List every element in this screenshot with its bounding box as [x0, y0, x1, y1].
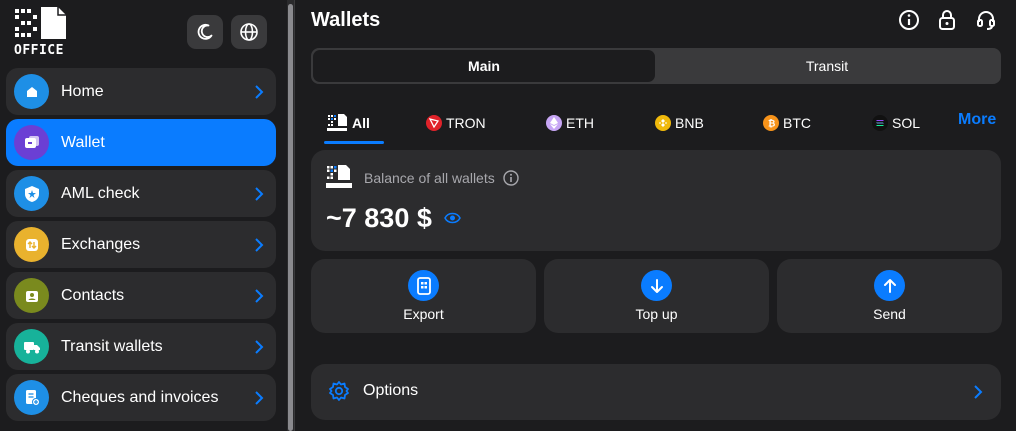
office-logo-icon: [326, 165, 352, 188]
svg-text:₿: ₿: [768, 119, 775, 129]
sidebar-item-label: AML check: [61, 184, 140, 202]
sidebar-item-label: Transit wallets: [61, 337, 163, 355]
tab-eth[interactable]: ETH: [546, 113, 594, 133]
balance-label: Balance of all wallets: [364, 170, 495, 186]
chevron-right-icon: [255, 340, 264, 354]
segment-main[interactable]: Main: [313, 50, 655, 82]
sidebar-item-label: Exchanges: [61, 235, 141, 253]
tab-tron-label: TRON: [446, 115, 486, 131]
tab-sol-label: SOL: [892, 115, 921, 131]
home-icon: [14, 74, 49, 109]
chevron-right-icon: [255, 187, 264, 201]
info-icon[interactable]: [503, 170, 519, 186]
options-row[interactable]: Options: [311, 364, 1001, 420]
invoice-icon: [14, 380, 49, 415]
contacts-icon: [14, 278, 49, 313]
tab-bnb[interactable]: BNB: [655, 113, 704, 133]
export-button[interactable]: Export: [311, 259, 536, 333]
tab-btc[interactable]: ₿ BTC: [763, 113, 811, 133]
language-button[interactable]: [231, 15, 267, 49]
office-logo-icon: [327, 114, 347, 131]
balance-card: Balance of all wallets ~7 830 $: [311, 150, 1001, 251]
tab-all-label: All: [352, 115, 370, 131]
wallet-icon: [14, 125, 49, 160]
chevron-right-icon: [255, 85, 264, 99]
sidebar-scrollbar-thumb[interactable]: [288, 4, 293, 431]
main-content: Wallets Main Transit All TRON ETH BNB ₿ …: [295, 0, 1016, 431]
sidebar-item-wallet[interactable]: Wallet: [6, 119, 276, 166]
info-icon[interactable]: [898, 9, 920, 31]
sidebar-item-label: Home: [61, 82, 104, 100]
sidebar-item-label: Contacts: [61, 286, 125, 304]
export-icon: [408, 270, 439, 301]
tab-eth-label: ETH: [566, 115, 594, 131]
sidebar-item-label: Wallet: [61, 133, 105, 151]
page-title: Wallets: [311, 9, 381, 31]
sidebar-item-label: Cheques and invoices: [61, 388, 219, 406]
chevron-right-icon: [974, 385, 983, 399]
lock-icon[interactable]: [936, 9, 958, 31]
sidebar-item-contacts[interactable]: Contacts: [6, 272, 276, 319]
active-tab-indicator: [324, 141, 384, 144]
tab-all[interactable]: All: [327, 113, 370, 133]
sidebar-item-aml-check[interactable]: AML check: [6, 170, 276, 217]
sidebar-item-exchanges[interactable]: Exchanges: [6, 221, 276, 268]
moon-icon: [197, 24, 213, 40]
globe-icon: [240, 23, 258, 41]
shield-icon: [14, 176, 49, 211]
tron-icon: [426, 115, 442, 131]
exchange-icon: [14, 227, 49, 262]
arrow-down-icon: [641, 270, 672, 301]
wallet-type-segment: Main Transit: [311, 48, 1001, 84]
options-label: Options: [363, 382, 419, 399]
top-up-label: Top up: [635, 306, 678, 322]
dark-mode-button[interactable]: [187, 15, 223, 49]
export-label: Export: [403, 306, 444, 322]
sidebar-item-transit-wallets[interactable]: Transit wallets: [6, 323, 276, 370]
currency-tabs: All TRON ETH BNB ₿ BTC SOL More: [311, 104, 1011, 144]
arrow-up-icon: [874, 270, 905, 301]
logo-text: OFFICE: [14, 43, 64, 58]
send-button[interactable]: Send: [777, 259, 1002, 333]
chevron-right-icon: [255, 238, 264, 252]
more-button[interactable]: More: [958, 111, 996, 129]
truck-icon: [14, 329, 49, 364]
top-up-button[interactable]: Top up: [544, 259, 769, 333]
sidebar-nav: Home Wallet AML check Exchanges Contacts…: [6, 68, 276, 425]
sidebar: OFFICE Home Wallet AML check Exchanges C…: [0, 0, 282, 431]
balance-amount: ~7 830 $: [326, 203, 432, 233]
sidebar-item-cheques-and-invoices[interactable]: Cheques and invoices: [6, 374, 276, 421]
chevron-right-icon: [255, 289, 264, 303]
bnb-icon: [655, 115, 671, 131]
segment-transit[interactable]: Transit: [655, 50, 999, 82]
tab-btc-label: BTC: [783, 115, 811, 131]
support-headset-icon[interactable]: [975, 9, 997, 31]
chevron-right-icon: [255, 391, 264, 405]
tab-tron[interactable]: TRON: [426, 113, 486, 133]
eth-icon: [546, 115, 562, 131]
eye-icon[interactable]: [444, 212, 461, 224]
tab-sol[interactable]: SOL: [872, 113, 920, 133]
sidebar-item-home[interactable]: Home: [6, 68, 276, 115]
sol-icon: [872, 115, 888, 131]
btc-icon: ₿: [763, 115, 779, 131]
tab-bnb-label: BNB: [675, 115, 704, 131]
send-label: Send: [873, 306, 906, 322]
gear-icon: [329, 381, 349, 401]
